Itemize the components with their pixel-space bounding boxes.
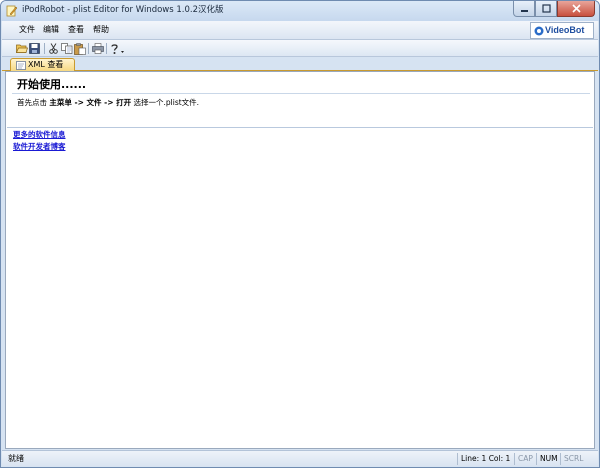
toolbar-separator (88, 43, 89, 54)
more-software-info-link[interactable]: 更多的软件信息 (13, 130, 66, 140)
videobot-logo-icon (534, 26, 544, 36)
paste-button[interactable] (73, 42, 86, 55)
menu-help[interactable]: 帮助 (91, 24, 111, 36)
toolbar-separator (106, 43, 107, 54)
num-lock-indicator: NUM (536, 453, 558, 465)
view-tabs: XML 查看 (2, 57, 598, 71)
toolbar-separator (44, 43, 45, 54)
heading-divider (12, 93, 590, 94)
instruction-suffix: 选择一个.plist文件. (131, 98, 200, 107)
help-icon (110, 43, 124, 54)
copy-button[interactable] (60, 42, 73, 55)
cut-button[interactable] (47, 42, 60, 55)
tab-xml-view[interactable]: XML 查看 (10, 58, 75, 71)
maximize-button[interactable] (535, 1, 557, 17)
document-view[interactable]: 开始使用...... 首先点击 主菜单 -> 文件 -> 打开 选择一个.pli… (5, 71, 595, 449)
instruction-open: 打开 (116, 98, 132, 107)
maximize-icon (541, 4, 551, 13)
menu-view[interactable]: 查看 (66, 24, 86, 36)
open-button[interactable] (15, 42, 28, 55)
status-message: 就绪 (8, 454, 24, 463)
instruction-arrow: -> (71, 98, 87, 107)
scroll-lock-indicator: SCRL (560, 453, 583, 465)
window-title: iPodRobot - plist Editor for Windows 1.0… (22, 5, 224, 15)
menu-edit[interactable]: 编辑 (41, 24, 61, 36)
caption-buttons (513, 1, 595, 18)
instruction-arrow: -> (101, 98, 117, 107)
caps-lock-indicator: CAP (514, 453, 533, 465)
instruction-prefix: 首先点击 (17, 98, 50, 107)
getting-started-box: 开始使用...... 首先点击 主菜单 -> 文件 -> 打开 选择一个.pli… (7, 72, 593, 128)
print-icon (91, 43, 104, 54)
cut-icon (49, 43, 58, 54)
xml-view-icon (16, 61, 26, 70)
instruction-file: 文件 (86, 98, 102, 107)
developer-blog-link[interactable]: 软件开发者博客 (13, 142, 66, 152)
status-bar: 就绪 Line: 1 Col: 1 CAP NUM SCRL (2, 450, 598, 466)
paste-icon (73, 42, 86, 55)
getting-started-instructions: 首先点击 主菜单 -> 文件 -> 打开 选择一个.plist文件. (17, 98, 199, 108)
save-button[interactable] (28, 42, 41, 55)
getting-started-title: 开始使用...... (17, 78, 87, 91)
menu-bar: 文件 编辑 查看 帮助 VideoBot (2, 21, 598, 40)
save-icon (29, 43, 40, 54)
help-button[interactable] (109, 42, 127, 55)
open-folder-icon (15, 44, 28, 53)
app-pencil-icon (6, 5, 18, 17)
copy-icon (60, 43, 72, 54)
tab-xml-view-label: XML 查看 (28, 60, 64, 69)
brand-text: VideoBot (545, 25, 585, 35)
close-icon (571, 4, 581, 13)
menu-file[interactable]: 文件 (17, 24, 37, 36)
cursor-position: Line: 1 Col: 1 (457, 453, 510, 465)
brand-logo[interactable]: VideoBot (530, 22, 594, 39)
close-button[interactable] (557, 1, 595, 17)
title-bar[interactable]: iPodRobot - plist Editor for Windows 1.0… (1, 1, 599, 21)
instruction-main-menu: 主菜单 (49, 98, 72, 107)
print-button[interactable] (91, 42, 104, 55)
minimize-button[interactable] (513, 1, 535, 17)
app-window: iPodRobot - plist Editor for Windows 1.0… (0, 0, 600, 468)
minimize-icon (520, 10, 528, 12)
toolbar (2, 40, 598, 57)
